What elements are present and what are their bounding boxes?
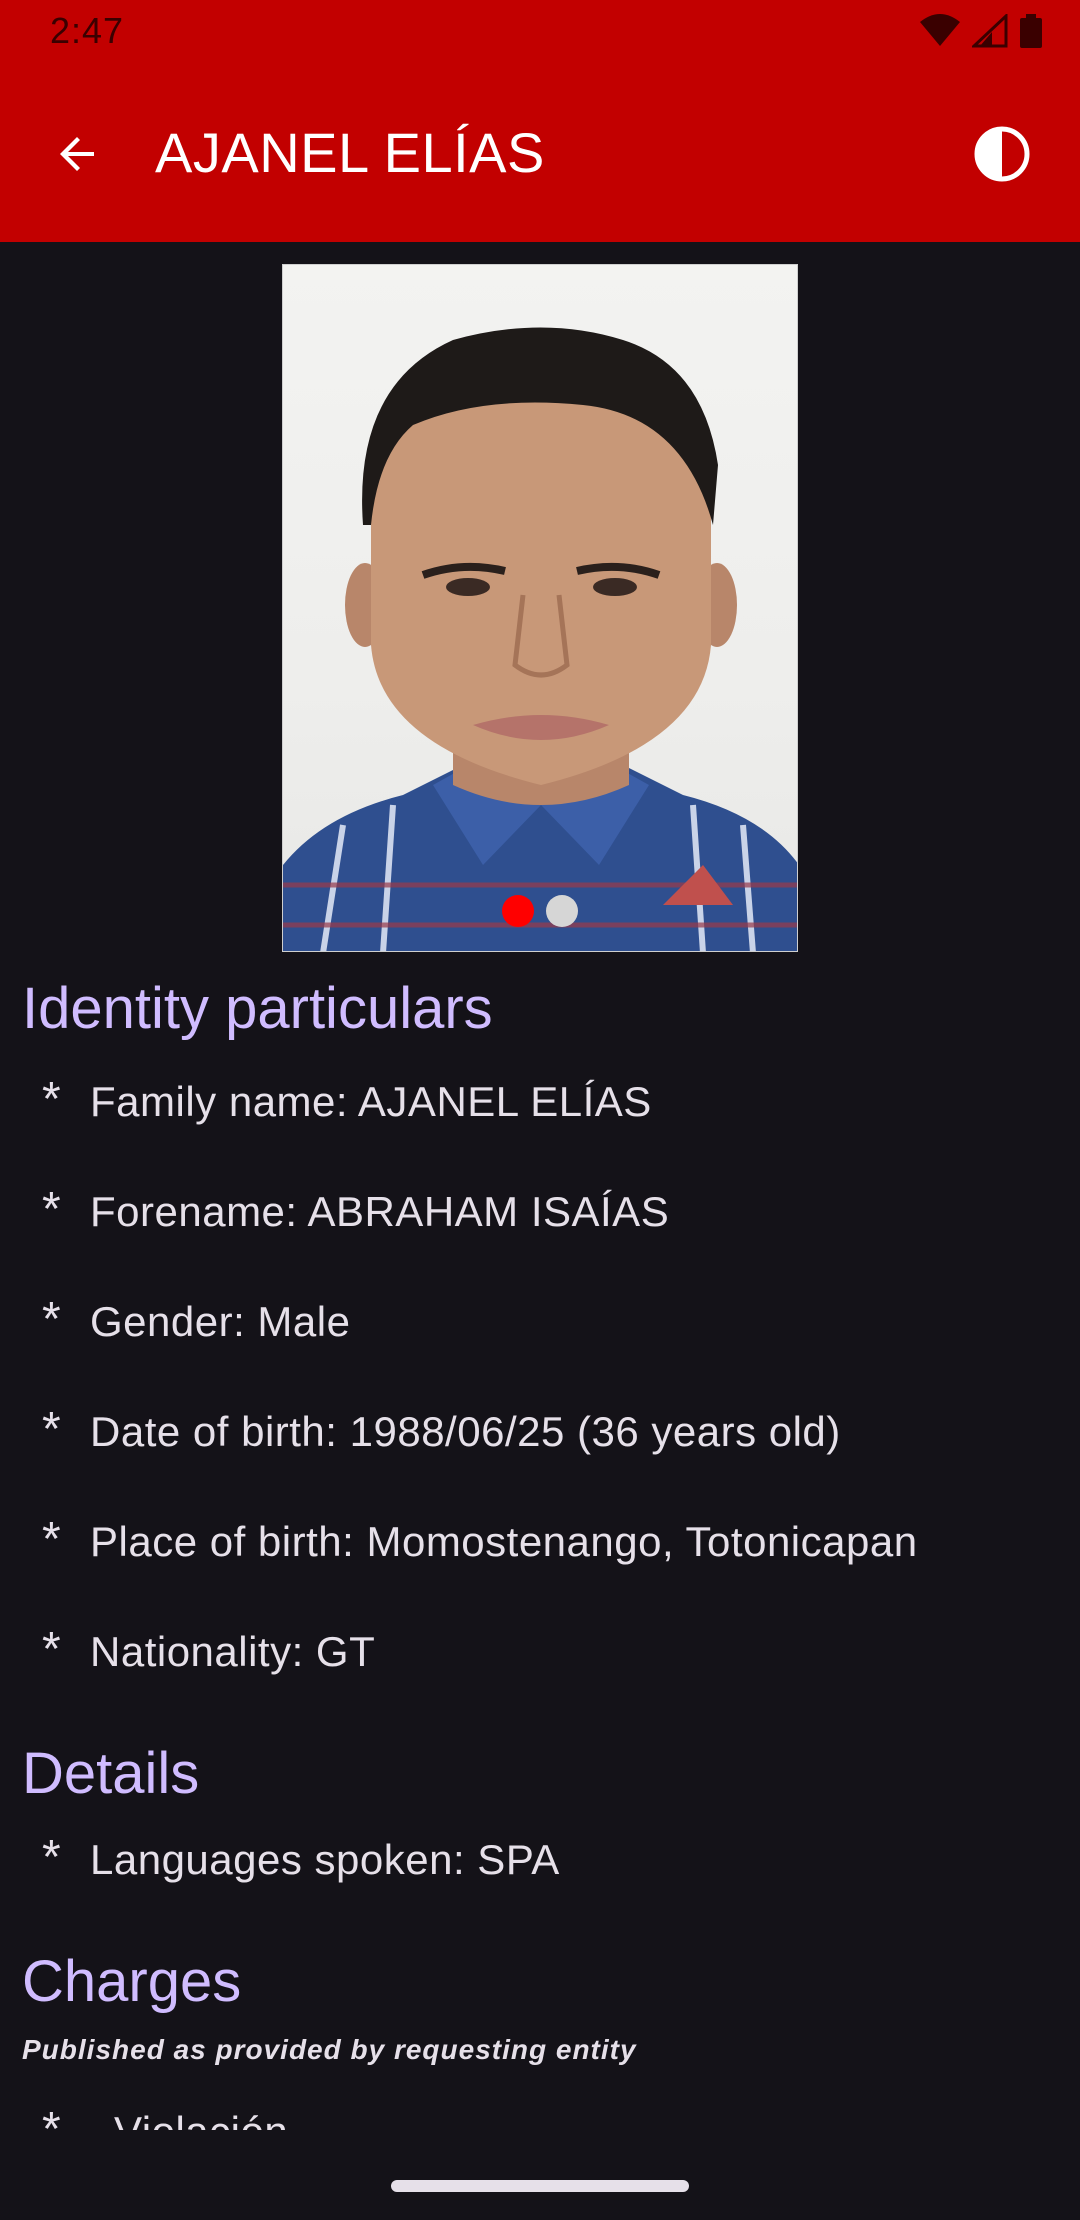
bullet: * (42, 1073, 62, 1126)
status-bar: 2:47 (0, 0, 1080, 66)
back-button[interactable] (40, 116, 116, 192)
identity-item-text: Place of birth: Momostenango, Totonicapa… (90, 1518, 918, 1565)
bullet: * (42, 1183, 62, 1236)
section-title-details: Details (22, 1741, 200, 1806)
identity-item-date-of-birth: * Date of birth: 1988/06/25 (36 years ol… (42, 1403, 841, 1456)
details-item-languages: * Languages spoken: SPA (42, 1831, 560, 1884)
gesture-nav-handle[interactable] (391, 2180, 689, 2192)
identity-item-forename: * Forename: ABRAHAM ISAÍAS (42, 1183, 670, 1236)
carousel-dot-active[interactable] (502, 895, 534, 927)
bullet: * (42, 1623, 62, 1676)
identity-item-gender: * Gender: Male (42, 1293, 351, 1346)
wifi-icon (920, 14, 960, 46)
status-icons (920, 14, 1042, 48)
bullet: * (42, 2103, 62, 2131)
arrow-back-icon (60, 137, 94, 171)
battery-icon (1020, 14, 1042, 48)
section-title-charges: Charges (22, 1949, 242, 2014)
identity-item-text: Date of birth: 1988/06/25 (36 years old) (90, 1408, 841, 1455)
bullet: * (42, 1403, 62, 1456)
carousel-indicator (283, 895, 797, 927)
theme-toggle-button[interactable] (964, 116, 1040, 192)
identity-item-place-of-birth: * Place of birth: Momostenango, Totonica… (42, 1513, 918, 1566)
charges-list: * Violación (0, 2090, 1080, 2131)
identity-item-text: Forename: ABRAHAM ISAÍAS (90, 1188, 670, 1235)
section-title-identity: Identity particulars (22, 976, 493, 1041)
status-time: 2:47 (50, 10, 125, 51)
identity-item-text: Family name: AJANEL ELÍAS (90, 1078, 652, 1125)
app-bar: AJANEL ELÍAS (0, 66, 1080, 242)
identity-item-family-name: * Family name: AJANEL ELÍAS (42, 1073, 652, 1126)
page-title: AJANEL ELÍAS (155, 121, 545, 184)
bullet: * (42, 1513, 62, 1566)
identity-item-text: Gender: Male (90, 1298, 351, 1345)
person-photo (283, 327, 797, 951)
identity-item-text: Nationality: GT (90, 1628, 376, 1675)
charges-note: Published as provided by requesting enti… (22, 2034, 637, 2065)
signal-icon (972, 14, 1008, 48)
bullet: * (42, 1831, 62, 1884)
bullet: * (42, 1293, 62, 1346)
carousel-dot[interactable] (546, 895, 578, 927)
charges-item-text: Violación (114, 2108, 288, 2130)
identity-item-nationality: * Nationality: GT (42, 1623, 376, 1676)
charges-item: * Violación (42, 2103, 288, 2131)
details-item-text: Languages spoken: SPA (90, 1836, 560, 1883)
photo-carousel[interactable] (282, 264, 798, 952)
contrast-icon (974, 126, 1030, 182)
